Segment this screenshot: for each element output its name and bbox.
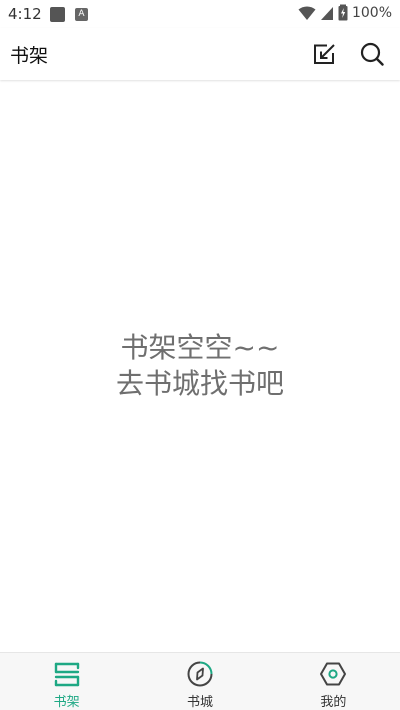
nav-label-mine: 我的 bbox=[320, 695, 347, 710]
app-bar: 书架 bbox=[0, 28, 400, 80]
status-bar: 4:12 A 100% bbox=[0, 0, 400, 28]
edit-shelf-button[interactable] bbox=[310, 40, 338, 68]
edit-check-icon bbox=[314, 44, 335, 64]
notification-app-icon bbox=[50, 7, 65, 22]
page-title: 书架 bbox=[10, 45, 49, 67]
bottom-nav: 书架 书城 我的 bbox=[0, 652, 400, 710]
signal-icon bbox=[320, 6, 333, 20]
battery-percent: 100% bbox=[351, 4, 392, 21]
bookshelf-icon bbox=[54, 662, 79, 687]
empty-shelf-message: 书架空空~~ 去书城找书吧 bbox=[0, 330, 400, 402]
profile-hexagon-icon bbox=[320, 662, 347, 686]
empty-message-line-2: 去书城找书吧 bbox=[115, 367, 284, 400]
nav-item-bookshelf[interactable]: 书架 bbox=[0, 653, 133, 710]
status-indicators: 100% bbox=[298, 4, 392, 21]
nav-label-bookstore: 书城 bbox=[186, 695, 213, 710]
nav-item-mine[interactable]: 我的 bbox=[267, 653, 400, 710]
search-icon bbox=[360, 42, 384, 66]
nav-item-bookstore[interactable]: 书城 bbox=[133, 653, 266, 710]
app-screen: 4:12 A 100% 书架 书架空空~~ 去书城找书吧 书架 书城 我的 bbox=[0, 0, 400, 710]
search-button[interactable] bbox=[358, 40, 386, 68]
nav-label-bookshelf: 书架 bbox=[53, 695, 80, 710]
empty-message-line-1: 书架空空~~ bbox=[120, 331, 280, 364]
status-time: 4:12 bbox=[8, 5, 42, 23]
notification-a-icon: A bbox=[75, 8, 88, 21]
wifi-icon bbox=[298, 6, 316, 20]
compass-icon bbox=[187, 661, 213, 687]
battery-icon bbox=[338, 4, 348, 21]
